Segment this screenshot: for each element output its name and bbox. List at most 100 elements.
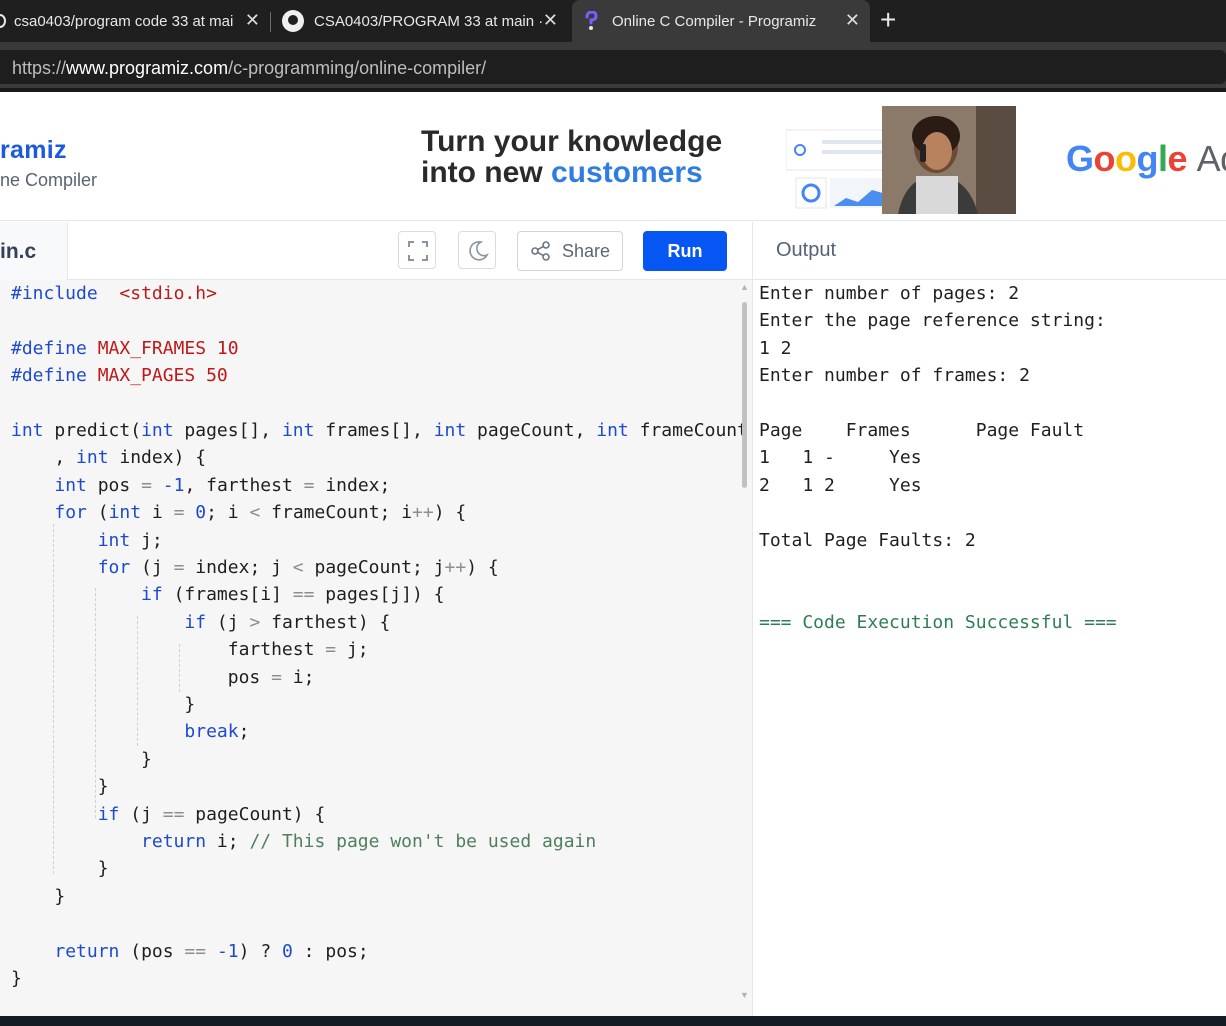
code-token: ) { [433, 502, 467, 524]
code-token: j; [130, 529, 163, 551]
site-header: ramiz ne Compiler Turn your knowledge in… [0, 92, 1226, 221]
google-ads-letter: g [1136, 138, 1159, 179]
run-button[interactable]: Run [643, 231, 727, 271]
close-icon[interactable]: ✕ [845, 10, 860, 31]
output-line: Enter the page reference string: [759, 310, 1106, 332]
google-ads-logo[interactable]: Google Ads [1066, 138, 1226, 180]
new-tab-button[interactable]: + [880, 4, 896, 36]
code-token: } [11, 858, 109, 880]
tab-separator [270, 12, 271, 32]
code-token: < [292, 557, 304, 578]
url-path: /c-programming/online-compiler/ [228, 58, 487, 78]
ad-headline[interactable]: Turn your knowledge into new customers [421, 126, 722, 188]
code-token: if [141, 584, 163, 606]
close-icon[interactable]: ✕ [543, 10, 558, 31]
output-panel[interactable]: Enter number of pages: 2 Enter the page r… [753, 280, 1226, 1016]
code-token: (pos [119, 940, 185, 962]
url-field[interactable]: https://www.programiz.com/c-programming/… [0, 50, 1226, 84]
code-token: ( [86, 502, 109, 524]
code-token: ) { [466, 557, 499, 578]
output-line: Page Frames Page Fault [759, 420, 1085, 441]
code-token: i [141, 502, 174, 524]
code-token: = [141, 474, 152, 496]
google-ads-letter: o [1115, 138, 1137, 179]
ad-line-2-highlight: customers [551, 156, 703, 189]
close-icon[interactable]: ✕ [245, 10, 260, 31]
browser-tab-3-active[interactable]: Online C Compiler - Programiz ✕ [572, 0, 870, 42]
tab-title: CSA0403/PROGRAM 33 at main · [314, 12, 544, 30]
code-token: int [11, 420, 44, 441]
code-token: int [433, 420, 467, 441]
code-token: pageCount; j [303, 557, 445, 578]
editor-scrollbar[interactable]: ▲ ▼ [739, 282, 749, 1012]
google-ads-letter [1187, 138, 1197, 179]
theme-toggle-button[interactable] [458, 231, 496, 269]
code-line: for (j = index; j < pageCount; j++) { [11, 554, 499, 581]
moon-icon [469, 241, 489, 261]
code-token: int [108, 502, 142, 524]
code-line: #include <stdio.h> [11, 280, 217, 307]
fullscreen-icon [408, 241, 428, 261]
code-token: = [325, 639, 337, 661]
code-editor[interactable]: #include <stdio.h> #define MAX_FRAMES 10 #… [0, 280, 752, 1016]
taskbar-strip [0, 1016, 1226, 1026]
code-token: } [11, 968, 22, 989]
ad-line-2-prefix: into new [421, 156, 551, 189]
code-token: if [184, 611, 207, 633]
code-token: int [54, 474, 87, 496]
fullscreen-button[interactable] [398, 231, 436, 269]
browser-tab-2[interactable]: CSA0403/PROGRAM 33 at main · ✕ [272, 0, 568, 42]
url-prefix: https:// [12, 58, 67, 78]
code-token: <stdio.h> [119, 283, 217, 304]
code-token: int [76, 447, 109, 469]
code-token: , [11, 447, 77, 469]
code-token: pageCount, [466, 420, 597, 441]
code-token: index; j [184, 557, 293, 578]
ad-image[interactable] [786, 106, 1016, 214]
code-line: int pos = -1, farthest = index; [11, 472, 390, 499]
code-token: MAX_FRAMES 10 [97, 337, 239, 359]
code-token: ++ [444, 557, 467, 578]
file-tab-main-c[interactable]: in.c [0, 222, 68, 280]
google-ads-letter: o [1093, 138, 1116, 179]
output-line: === Code Execution Successful === [759, 611, 1117, 633]
code-token: (j [130, 557, 174, 578]
code-token: ) ? [238, 940, 282, 962]
code-line: if (j == pageCount) { [11, 801, 326, 828]
site-subtitle: ne Compiler [0, 170, 98, 190]
google-ads-letter: G [1066, 138, 1094, 179]
code-token: = [303, 474, 315, 496]
code-token: for [97, 557, 131, 578]
code-line: return (pos == -1) ? 0 : pos; [11, 938, 368, 965]
share-label: Share [562, 240, 611, 261]
code-token: index; [314, 474, 391, 496]
share-button[interactable]: Share [517, 231, 623, 271]
code-line: break; [11, 718, 249, 745]
code-line: } [11, 883, 65, 910]
site-logo[interactable]: ramiz [0, 136, 67, 165]
output-line: Enter number of pages: 2 [759, 283, 1020, 304]
code-token: int [281, 420, 315, 441]
code-token: ; i [206, 502, 250, 524]
google-ads-letter: l [1158, 138, 1168, 179]
scroll-thumb[interactable] [742, 302, 747, 488]
code-token: int [141, 420, 174, 441]
code-token: frames[], [314, 420, 434, 441]
tab-title: Online C Compiler - Programiz [612, 12, 817, 30]
scroll-up-icon[interactable]: ▲ [740, 282, 749, 292]
code-line: for (int i = 0; i < frameCount; i++) { [11, 499, 466, 526]
browser-tab-1[interactable]: csa0403/program code 33 at mai ✕ [0, 0, 270, 42]
code-token: // This page won't be used again [249, 831, 597, 852]
tab-title: csa0403/program code 33 at mai [14, 12, 234, 30]
code-token: j; [336, 639, 369, 661]
code-token: ++ [412, 502, 434, 524]
code-token: ; [238, 721, 250, 743]
code-token: farthest [11, 639, 326, 661]
code-token: return [141, 831, 207, 852]
code-token: pos [11, 666, 272, 688]
scroll-down-icon[interactable]: ▼ [740, 990, 749, 1000]
